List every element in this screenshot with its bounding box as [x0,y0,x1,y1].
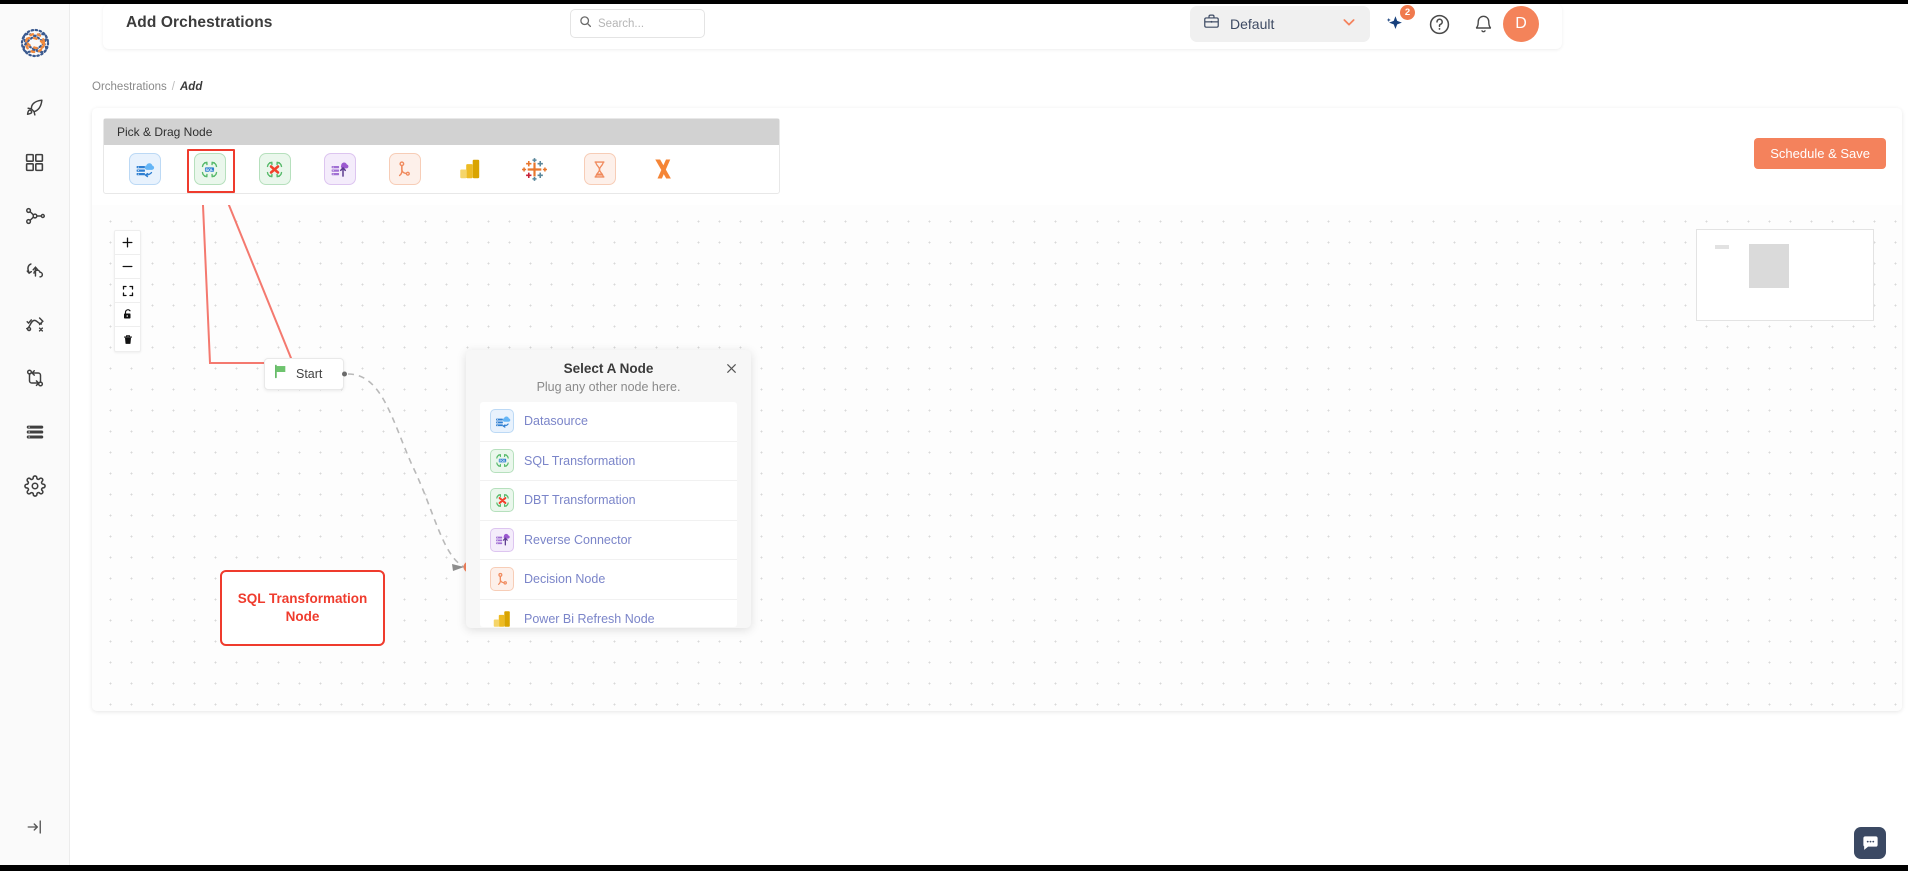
svg-text:SQL: SQL [499,459,505,463]
question-circle-icon[interactable] [1427,12,1451,36]
app-logo[interactable] [14,22,56,64]
decision-node-icon [490,567,514,592]
toolbar-header: Pick & Drag Node [104,119,779,145]
search-icon [579,15,592,33]
sidebar-item-pipelines[interactable] [12,200,58,232]
datasource-node-icon [128,153,161,185]
zoom-out-button[interactable] [115,255,140,279]
toolbar-item-delay-node[interactable] [567,145,632,193]
delay-node-icon [583,153,616,185]
dbt-transformation-node-icon [258,153,291,185]
green-flag-icon [272,363,289,385]
reverse-connector-node-icon [490,527,514,552]
node-option-label: SQL Transformation [524,453,636,468]
bottom-edge-bar [0,865,1908,871]
node-toolbar-panel: Pick & Drag Node SQL [103,118,780,194]
workspace-selector[interactable]: Default [1190,6,1370,42]
sidebar-item-reverse-sync[interactable] [12,254,58,286]
node-option-sql-transformation[interactable]: SQL SQL Transformation [480,442,737,481]
node-option-list[interactable]: Datasource SQL SQL Transformation DBT Tr… [480,402,737,627]
toolbar-item-reverse-connector[interactable] [307,145,372,193]
search-input[interactable] [598,17,696,30]
node-option-label: Decision Node [524,572,606,587]
dbt-transformation-node-icon [490,488,514,513]
sidebar-item-transformations[interactable] [12,308,58,340]
breadcrumb-current: Add [179,81,203,93]
sidebar-item-orchestrations[interactable] [12,362,58,394]
popup-subtitle: Plug any other node here. [536,380,681,394]
fit-view-button[interactable] [115,279,140,303]
svg-text:SQL: SQL [206,167,215,171]
app-root: Add Orchestrations Default [0,0,1908,871]
toolbar-item-power-bi-refresh[interactable] [437,145,502,193]
datasource-node-icon [490,409,514,434]
minimap[interactable] [1696,229,1874,321]
node-option-power-bi-refresh[interactable]: Power Bi Refresh Node [480,600,737,628]
start-node-label: Start [296,367,323,381]
bell-icon[interactable] [1471,12,1495,36]
minimap-node-marker [1715,245,1729,249]
toolbar-item-tableau-node[interactable] [502,145,567,193]
collapse-icon[interactable] [21,813,49,841]
node-option-label: Reverse Connector [524,532,632,547]
sidebar-item-launch[interactable] [12,92,58,124]
sidebar-item-logs[interactable] [12,416,58,448]
toolbar-item-aws-lambda[interactable] [632,145,697,193]
sidebar-item-dashboard[interactable] [12,146,58,178]
breadcrumb-root[interactable]: Orchestrations [92,81,167,93]
power-bi-refresh-node-icon [454,153,486,185]
annotation-callout: SQL Transformation Node [220,570,385,646]
node-option-label: Power Bi Refresh Node [524,611,655,626]
sidebar-item-settings[interactable] [12,470,58,502]
node-option-decision-node[interactable]: Decision Node [480,560,737,600]
close-icon[interactable] [723,360,739,376]
left-sidebar [0,4,70,865]
sidebar-nav [0,92,69,502]
orchestration-card: Pick & Drag Node SQL Schedule & Save Sta… [92,108,1902,711]
node-option-datasource[interactable]: Datasource [480,402,737,442]
power-bi-refresh-node-icon [490,607,514,627]
sparkle-badge: 2 [1400,5,1415,20]
header-icon-group: 2 [1383,5,1495,40]
start-node[interactable]: Start [264,358,347,390]
aws-lambda-node-icon [649,153,681,185]
flow-canvas[interactable]: Start SQL Transformation Node Select A N… [92,205,1902,711]
node-option-reverse-connector[interactable]: Reverse Connector [480,521,737,560]
node-option-label: DBT Transformation [524,493,636,508]
workspace-label: Default [1230,16,1275,32]
popup-title: Select A Node [563,361,654,376]
canvas-zoom-controls [114,230,141,352]
node-option-dbt-transformation[interactable]: DBT Transformation [480,481,737,521]
breadcrumb-separator: / [171,81,175,93]
breadcrumb: Orchestrations / Add [92,81,202,93]
avatar[interactable]: D [1503,6,1539,42]
toolbar-item-decision-node[interactable] [372,145,437,193]
select-node-popup: Select A Node Plug any other node here. [466,350,751,628]
annotation-text: SQL Transformation Node [237,590,368,624]
sparkle-icon[interactable]: 2 [1383,5,1415,36]
sql-transformation-node-icon: SQL [490,448,514,473]
start-node-output-port[interactable] [342,371,347,377]
page-title: Add Orchestrations [126,14,273,31]
toolbar-item-dbt-transformation[interactable] [242,145,307,193]
popup-header: Select A Node Plug any other node here. [466,350,751,402]
minimap-viewport [1749,244,1789,288]
toolbar-item-datasource[interactable] [112,145,177,193]
briefcase-icon [1203,13,1220,35]
reverse-connector-node-icon [323,153,356,185]
trash-button[interactable] [115,327,140,351]
chevron-down-icon[interactable] [1341,14,1357,35]
toolbar-icon-row: SQL [104,145,779,193]
search-box[interactable] [570,9,705,38]
lock-button[interactable] [115,303,140,327]
chat-icon[interactable] [1854,827,1886,859]
tableau-node-icon [519,153,551,185]
sql-transformation-node-icon: SQL [193,153,226,185]
node-option-label: Datasource [524,414,588,429]
schedule-save-button[interactable]: Schedule & Save [1754,138,1886,169]
toolbar-item-sql-transformation[interactable]: SQL [177,145,242,193]
zoom-in-button[interactable] [115,231,140,255]
decision-node-icon [388,153,421,185]
